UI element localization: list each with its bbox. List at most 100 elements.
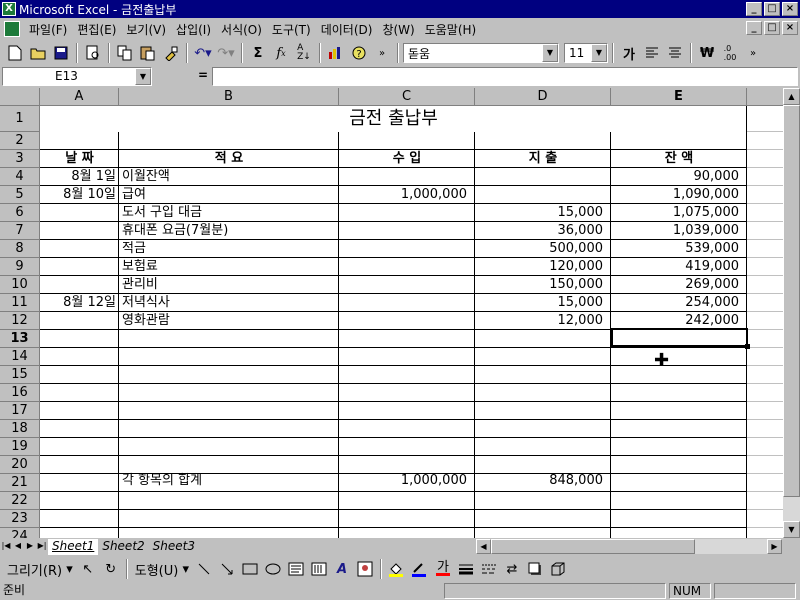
total-expense-cell[interactable]: 848,000 — [475, 472, 611, 490]
menu-insert[interactable]: 삽입(I) — [171, 21, 216, 38]
header-desc-cell[interactable]: 적 요 — [119, 150, 339, 168]
row-header[interactable]: 12 — [0, 312, 40, 330]
column-header-b[interactable]: B — [119, 88, 339, 106]
copy-icon[interactable] — [114, 42, 136, 64]
row-header[interactable]: 22 — [0, 492, 40, 510]
next-sheet-icon[interactable]: ▶ — [24, 539, 36, 554]
line-icon[interactable] — [193, 558, 215, 580]
cell-balance[interactable]: 419,000 — [611, 258, 747, 276]
font-name-select[interactable]: 돋움 ▼ — [403, 43, 559, 63]
cell-desc[interactable]: 관리비 — [119, 276, 339, 294]
menu-view[interactable]: 보기(V) — [121, 21, 171, 38]
cell-date[interactable]: 8월 12일 — [40, 294, 119, 312]
3d-icon[interactable] — [547, 558, 569, 580]
cell-desc[interactable]: 적금 — [119, 240, 339, 258]
line-color-icon[interactable] — [409, 558, 431, 580]
row-header[interactable]: 18 — [0, 420, 40, 438]
scroll-up-icon[interactable]: ▲ — [783, 88, 800, 105]
increase-decimal-icon[interactable]: .0.00 — [719, 42, 741, 64]
cell-balance[interactable]: 90,000 — [611, 168, 747, 186]
vertical-scrollbar[interactable]: ▲ ▼ — [783, 88, 800, 538]
row-header[interactable]: 21 — [0, 474, 40, 492]
arrow-style-icon[interactable]: ⇄ — [501, 558, 523, 580]
menu-data[interactable]: 데이터(D) — [316, 21, 378, 38]
row-header[interactable]: 14 — [0, 348, 40, 366]
horizontal-scrollbar[interactable]: ◀ ▶ — [476, 539, 782, 554]
column-header-f[interactable] — [747, 88, 787, 106]
cell-date[interactable] — [40, 204, 119, 222]
header-date-cell[interactable]: 날 짜 — [40, 150, 119, 168]
name-box[interactable]: E13 ▼ — [2, 67, 152, 86]
wordart-icon[interactable]: A — [331, 558, 353, 580]
minimize-button[interactable]: _ — [746, 2, 762, 16]
free-rotate-icon[interactable]: ↻ — [100, 558, 122, 580]
row-header[interactable]: 1 — [0, 106, 40, 132]
column-header-c[interactable]: C — [339, 88, 475, 106]
maximize-button[interactable]: □ — [764, 2, 780, 16]
cell-date[interactable] — [40, 240, 119, 258]
cell-expense[interactable]: 12,000 — [475, 312, 611, 330]
formula-input[interactable] — [212, 67, 798, 86]
undo-icon[interactable]: ↶▾ — [192, 42, 214, 64]
cell-desc[interactable]: 휴대폰 요금(7월분) — [119, 222, 339, 240]
cell-expense[interactable]: 15,000 — [475, 204, 611, 222]
cell-expense[interactable] — [475, 186, 611, 204]
menu-help[interactable]: 도움말(H) — [420, 21, 482, 38]
fill-handle[interactable] — [745, 344, 750, 349]
rectangle-icon[interactable] — [239, 558, 261, 580]
cell-desc[interactable]: 보험료 — [119, 258, 339, 276]
cell-desc[interactable]: 도서 구입 대금 — [119, 204, 339, 222]
fill-color-icon[interactable] — [386, 558, 408, 580]
first-sheet-icon[interactable]: |◀ — [0, 539, 12, 554]
shadow-icon[interactable] — [524, 558, 546, 580]
prev-sheet-icon[interactable]: ◀ — [12, 539, 24, 554]
cell-income[interactable] — [339, 294, 475, 312]
cell-desc[interactable]: 급여 — [119, 186, 339, 204]
cell-balance[interactable]: 254,000 — [611, 294, 747, 312]
function-icon[interactable]: fx — [270, 42, 292, 64]
select-all-corner[interactable] — [0, 88, 40, 106]
cell-expense[interactable]: 15,000 — [475, 294, 611, 312]
excel-app-icon[interactable]: X — [2, 2, 16, 16]
cell-date[interactable] — [40, 258, 119, 276]
name-box-dropdown-icon[interactable]: ▼ — [135, 68, 151, 85]
column-header-a[interactable]: A — [40, 88, 119, 106]
row-header[interactable]: 9 — [0, 258, 40, 276]
redo-icon[interactable]: ↷▾ — [215, 42, 237, 64]
sheet-title-cell[interactable]: 금전 출납부 — [40, 106, 747, 132]
menu-tools[interactable]: 도구(T) — [267, 21, 316, 38]
cell-balance[interactable]: 1,090,000 — [611, 186, 747, 204]
arrow-icon[interactable] — [216, 558, 238, 580]
align-center-icon[interactable] — [664, 42, 686, 64]
sheet-tab-3[interactable]: Sheet3 — [149, 539, 199, 555]
scroll-down-icon[interactable]: ▼ — [783, 521, 800, 538]
cell-income[interactable] — [339, 276, 475, 294]
cell-desc[interactable]: 이월잔액 — [119, 168, 339, 186]
vertical-textbox-icon[interactable] — [308, 558, 330, 580]
menu-format[interactable]: 서식(O) — [216, 21, 267, 38]
cell-expense[interactable]: 500,000 — [475, 240, 611, 258]
autoshapes-menu-button[interactable]: 도형(U) ▾ — [132, 558, 192, 580]
cell-balance[interactable]: 1,039,000 — [611, 222, 747, 240]
row-header[interactable]: 6 — [0, 204, 40, 222]
horizontal-scroll-thumb[interactable] — [491, 539, 695, 554]
cell-date[interactable]: 8월 10일 — [40, 186, 119, 204]
bold-button[interactable]: 가 — [618, 42, 640, 64]
menu-file[interactable]: 파일(F) — [24, 21, 72, 38]
cell-income[interactable] — [339, 240, 475, 258]
doc-minimize-button[interactable]: _ — [746, 21, 762, 35]
format-painter-icon[interactable] — [160, 42, 182, 64]
row-header[interactable]: 24 — [0, 528, 40, 538]
row-header[interactable]: 20 — [0, 456, 40, 474]
cell-income[interactable]: 1,000,000 — [339, 186, 475, 204]
open-folder-icon[interactable] — [27, 42, 49, 64]
currency-style-icon[interactable]: ₩ — [696, 42, 718, 64]
autosum-icon[interactable]: Σ — [247, 42, 269, 64]
cell-desc[interactable]: 저녁식사 — [119, 294, 339, 312]
cell-date[interactable]: 8월 1일 — [40, 168, 119, 186]
office-assistant-icon[interactable]: ? — [348, 42, 370, 64]
scroll-left-icon[interactable]: ◀ — [476, 539, 491, 554]
active-cell-outline[interactable] — [611, 328, 748, 347]
row-header[interactable]: 5 — [0, 186, 40, 204]
cell-date[interactable] — [40, 276, 119, 294]
